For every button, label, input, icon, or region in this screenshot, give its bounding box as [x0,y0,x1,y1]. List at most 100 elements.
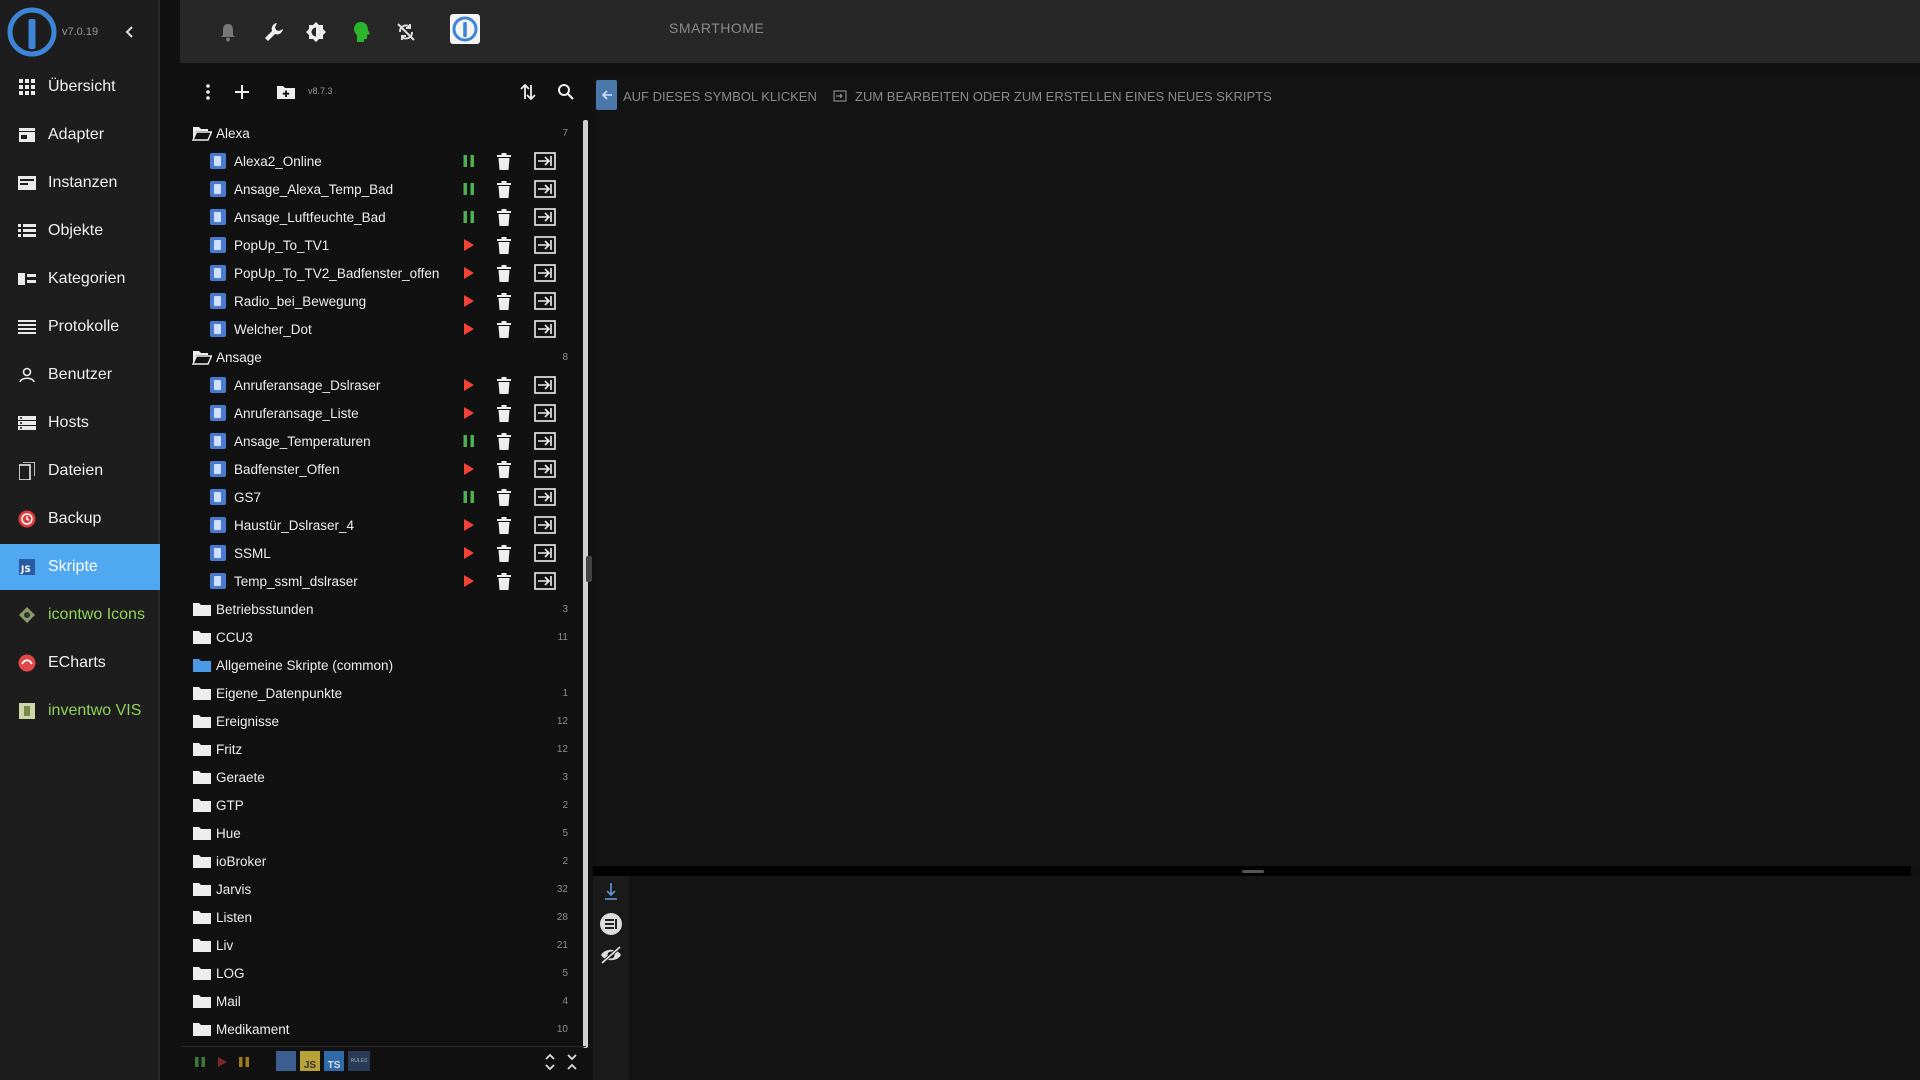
theme-toggle-button[interactable] [302,18,330,46]
script-row[interactable]: PopUp_To_TV1 [210,231,580,259]
tree-folder-row[interactable]: Jarvis 32 [192,875,568,903]
delete-script-button[interactable] [496,208,512,226]
export-script-button[interactable] [533,207,557,227]
play-all-icon[interactable] [216,1056,228,1068]
tree-folder-row[interactable]: Hue 5 [192,819,568,847]
export-script-button[interactable] [533,235,557,255]
script-row[interactable]: Radio_bei_Bewegung [210,287,580,315]
log-splitter-handle[interactable] [1242,870,1264,873]
select-script-hint-button[interactable] [596,80,617,110]
tree-folder-row[interactable]: Eigene_Datenpunkte 1 [192,679,568,707]
pause-script-button[interactable] [462,153,476,169]
tree-folder-row[interactable]: Fritz 12 [192,735,568,763]
delete-script-button[interactable] [496,180,512,198]
search-button[interactable] [554,80,578,104]
script-row[interactable]: GS7 [210,483,580,511]
script-row[interactable]: Ansage_Temperaturen [210,427,580,455]
expert-mode-button[interactable] [348,18,376,46]
delete-script-button[interactable] [496,264,512,282]
tree-folder-row[interactable]: Mail 4 [192,987,568,1015]
sidebar-item-objekte[interactable]: Objekte [0,208,160,254]
delete-script-button[interactable] [496,236,512,254]
export-script-button[interactable] [533,291,557,311]
tree-folder-row[interactable]: GTP 2 [192,791,568,819]
export-script-button[interactable] [533,487,557,507]
pause-script-button[interactable] [462,209,476,225]
collapse-sidebar-button[interactable] [118,20,142,44]
ts-filter-badge[interactable]: TS [324,1051,344,1071]
delete-script-button[interactable] [496,488,512,506]
tree-folder-row[interactable]: ioBroker 2 [192,847,568,875]
sidebar-item-echarts[interactable]: ECharts [0,640,160,686]
tree-folder-row[interactable]: CCU3 11 [192,623,568,651]
sidebar-item-icontwo-icons[interactable]: icontwo Icons [0,592,160,638]
pause-script-button[interactable] [462,489,476,505]
tree-folder-row[interactable]: LOG 5 [192,959,568,987]
hide-log-button[interactable] [598,942,624,968]
sidebar-item-protokolle[interactable]: Protokolle [0,304,160,350]
tree-folder-row[interactable]: Geraete 3 [192,763,568,791]
script-row[interactable]: Anruferansage_Dslraser [210,371,580,399]
sidebar-item-adapter[interactable]: Adapter [0,112,160,158]
notifications-button[interactable] [214,18,242,46]
export-script-button[interactable] [533,571,557,591]
tree-folder-row[interactable]: Alexa 7 [192,119,568,147]
start-script-button[interactable] [462,545,476,561]
export-script-button[interactable] [533,459,557,479]
delete-script-button[interactable] [496,544,512,562]
tree-folder-row[interactable]: Liv 21 [192,931,568,959]
sidebar-item-inventwo-vis[interactable]: inventwo VIS [0,688,160,734]
export-script-button[interactable] [533,179,557,199]
export-script-button[interactable] [533,403,557,423]
script-row[interactable]: Badfenster_Offen [210,455,580,483]
add-script-button[interactable] [230,80,254,104]
pause-all-green-icon[interactable] [194,1056,206,1068]
script-row[interactable]: Ansage_Luftfeuchte_Bad [210,203,580,231]
sidebar-item-übersicht[interactable]: Übersicht [0,64,160,110]
sidebar-item-kategorien[interactable]: Kategorien [0,256,160,302]
js-filter-badge[interactable]: JS [300,1051,320,1071]
start-script-button[interactable] [462,517,476,533]
script-row[interactable]: Ansage_Alexa_Temp_Bad [210,175,580,203]
rules-filter-badge[interactable]: RULES [348,1051,370,1071]
pause-all-orange-icon[interactable] [238,1056,250,1068]
script-row[interactable]: Temp_ssml_dslraser [210,567,580,595]
start-script-button[interactable] [462,293,476,309]
add-folder-button[interactable] [274,80,298,104]
start-script-button[interactable] [462,573,476,589]
start-script-button[interactable] [462,237,476,253]
export-script-button[interactable] [533,375,557,395]
tree-folder-row[interactable]: Allgemeine Skripte (common) [192,651,568,679]
start-script-button[interactable] [462,377,476,393]
tree-folder-row[interactable]: Listen 28 [192,903,568,931]
clear-log-button[interactable] [598,911,624,937]
export-script-button[interactable] [533,431,557,451]
tree-menu-button[interactable] [196,80,220,104]
sidebar-item-skripte[interactable]: JS Skripte [0,544,160,590]
export-script-button[interactable] [533,151,557,171]
tree-folder-row[interactable]: Medikament 10 [192,1015,568,1043]
panel-splitter[interactable] [586,556,592,582]
export-script-button[interactable] [533,515,557,535]
settings-wrench-button[interactable] [260,18,288,46]
sort-button[interactable] [516,80,540,104]
script-row[interactable]: PopUp_To_TV2_Badfenster_offen [210,259,580,287]
delete-script-button[interactable] [496,432,512,450]
script-row[interactable]: Haustür_Dslraser_4 [210,511,580,539]
tree-folder-row[interactable]: Betriebsstunden 3 [192,595,568,623]
export-script-button[interactable] [533,319,557,339]
tree-scrollbar[interactable] [583,120,588,1048]
sidebar-item-benutzer[interactable]: Benutzer [0,352,160,398]
delete-script-button[interactable] [496,404,512,422]
script-row[interactable]: Anruferansage_Liste [210,399,580,427]
delete-script-button[interactable] [496,152,512,170]
pause-script-button[interactable] [462,433,476,449]
blockly-filter-icon[interactable] [276,1051,296,1071]
sidebar-item-dateien[interactable]: Dateien [0,448,160,494]
start-script-button[interactable] [462,461,476,477]
script-row[interactable]: SSML [210,539,580,567]
tree-folder-row[interactable]: Ansage 8 [192,343,568,371]
delete-script-button[interactable] [496,376,512,394]
export-script-button[interactable] [533,263,557,283]
delete-script-button[interactable] [496,460,512,478]
